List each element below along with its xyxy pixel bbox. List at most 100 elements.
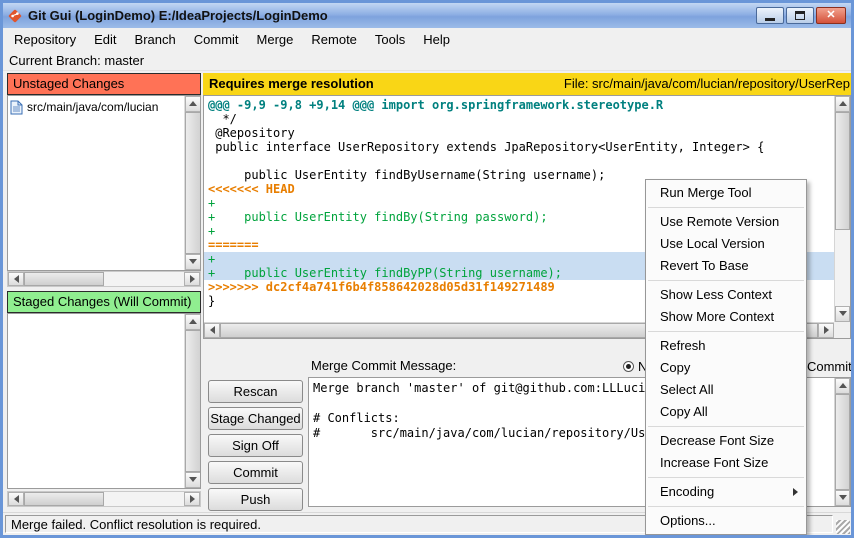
arrow-up-icon xyxy=(189,101,197,106)
scrollbar-thumb[interactable] xyxy=(24,272,104,286)
unstaged-vertical-scrollbar[interactable] xyxy=(184,96,200,270)
file-icon xyxy=(10,100,23,115)
unstaged-changes-header: Unstaged Changes xyxy=(7,73,201,95)
menu-separator xyxy=(648,426,804,427)
menu-tools[interactable]: Tools xyxy=(366,29,414,50)
scroll-right-arrow[interactable] xyxy=(184,492,200,506)
arrow-right-icon xyxy=(190,495,195,503)
staged-horizontal-scrollbar[interactable] xyxy=(7,491,201,507)
scroll-up-arrow[interactable] xyxy=(185,96,201,112)
scroll-down-arrow[interactable] xyxy=(185,254,201,270)
diff-line[interactable]: @Repository xyxy=(208,126,834,140)
rescan-button[interactable]: Rescan xyxy=(208,380,303,403)
context-menu-item-decrease-font-size[interactable]: Decrease Font Size xyxy=(646,430,806,452)
close-button[interactable]: ✕ xyxy=(816,7,846,24)
scroll-up-arrow[interactable] xyxy=(835,96,850,112)
sign-off-button[interactable]: Sign Off xyxy=(208,434,303,457)
diff-vertical-scrollbar[interactable] xyxy=(834,96,850,322)
radio-selected-icon xyxy=(623,361,634,372)
git-gui-window: Git Gui (LoginDemo) E:/IdeaProjects/Logi… xyxy=(0,0,854,538)
scrollbar-thumb[interactable] xyxy=(185,112,201,254)
staged-vertical-scrollbar[interactable] xyxy=(184,314,200,488)
arrow-right-icon xyxy=(824,326,829,334)
window-controls: ✕ xyxy=(756,7,846,24)
context-menu: Run Merge Tool Use Remote Version Use Lo… xyxy=(645,179,807,535)
context-menu-item-use-local-version[interactable]: Use Local Version xyxy=(646,233,806,255)
context-menu-item-show-more-context[interactable]: Show More Context xyxy=(646,306,806,328)
unstaged-file-row[interactable]: src/main/java/com/lucian xyxy=(10,98,182,116)
scrollbar-thumb[interactable] xyxy=(835,112,850,230)
arrow-right-icon xyxy=(190,275,195,283)
window-title: Git Gui (LoginDemo) E:/IdeaProjects/Logi… xyxy=(28,8,328,23)
scroll-right-arrow[interactable] xyxy=(184,272,200,286)
scroll-up-arrow[interactable] xyxy=(835,378,850,394)
merge-status-text: Requires merge resolution xyxy=(209,76,374,91)
scroll-right-arrow[interactable] xyxy=(818,323,834,338)
context-menu-item-options[interactable]: Options... xyxy=(646,510,806,532)
context-menu-item-use-remote-version[interactable]: Use Remote Version xyxy=(646,211,806,233)
scroll-up-arrow[interactable] xyxy=(185,314,201,330)
arrow-left-icon xyxy=(14,275,19,283)
maximize-button[interactable] xyxy=(786,7,814,24)
menu-separator xyxy=(648,280,804,281)
menu-separator xyxy=(648,207,804,208)
context-menu-item-revert-to-base[interactable]: Revert To Base xyxy=(646,255,806,277)
context-menu-item-encoding[interactable]: Encoding xyxy=(646,481,806,503)
minimize-icon xyxy=(765,18,775,21)
menu-edit[interactable]: Edit xyxy=(85,29,125,50)
diff-line[interactable]: */ xyxy=(208,112,834,126)
menu-branch[interactable]: Branch xyxy=(126,29,185,50)
diff-line[interactable]: public interface UserRepository extends … xyxy=(208,140,834,154)
commit-button[interactable]: Commit xyxy=(208,461,303,484)
title-bar[interactable]: Git Gui (LoginDemo) E:/IdeaProjects/Logi… xyxy=(3,3,851,28)
close-icon: ✕ xyxy=(826,10,835,21)
unstaged-file-name: src/main/java/com/lucian xyxy=(27,100,158,114)
menu-remote[interactable]: Remote xyxy=(302,29,366,50)
scroll-down-arrow[interactable] xyxy=(835,306,850,322)
diff-file-path: File: src/main/java/com/lucian/repositor… xyxy=(564,76,850,91)
diff-line[interactable] xyxy=(208,154,834,168)
menu-repository[interactable]: Repository xyxy=(5,29,85,50)
staged-file-list[interactable] xyxy=(7,313,201,489)
arrow-up-icon xyxy=(189,319,197,324)
menu-help[interactable]: Help xyxy=(414,29,459,50)
arrow-up-icon xyxy=(839,383,847,388)
context-menu-item-refresh[interactable]: Refresh xyxy=(646,335,806,357)
arrow-down-icon xyxy=(189,477,197,482)
menu-merge[interactable]: Merge xyxy=(248,29,303,50)
context-menu-item-copy-all[interactable]: Copy All xyxy=(646,401,806,423)
resize-grip[interactable] xyxy=(836,520,850,534)
arrow-left-icon xyxy=(210,326,215,334)
menu-separator xyxy=(648,506,804,507)
stage-changed-button[interactable]: Stage Changed xyxy=(208,407,303,430)
scroll-down-arrow[interactable] xyxy=(835,490,850,506)
submenu-arrow-icon xyxy=(793,488,798,496)
current-branch-label: Current Branch: master xyxy=(3,50,851,71)
arrow-up-icon xyxy=(839,101,847,106)
scrollbar-thumb[interactable] xyxy=(185,330,201,472)
scroll-left-arrow[interactable] xyxy=(8,272,24,286)
encoding-label: Encoding xyxy=(660,484,714,499)
menu-commit[interactable]: Commit xyxy=(185,29,248,50)
minimize-button[interactable] xyxy=(756,7,784,24)
context-menu-item-copy[interactable]: Copy xyxy=(646,357,806,379)
push-button[interactable]: Push xyxy=(208,488,303,511)
merge-banner: Requires merge resolution File: src/main… xyxy=(203,73,851,95)
arrow-down-icon xyxy=(189,259,197,264)
maximize-icon xyxy=(795,11,805,20)
unstaged-file-list[interactable]: src/main/java/com/lucian xyxy=(7,95,201,271)
context-menu-item-select-all[interactable]: Select All xyxy=(646,379,806,401)
scrollbar-thumb[interactable] xyxy=(24,492,104,506)
menu-separator xyxy=(648,477,804,478)
scroll-left-arrow[interactable] xyxy=(204,323,220,338)
unstaged-horizontal-scrollbar[interactable] xyxy=(7,271,201,287)
context-menu-item-show-less-context[interactable]: Show Less Context xyxy=(646,284,806,306)
commit-message-vertical-scrollbar[interactable] xyxy=(834,378,850,506)
context-menu-item-increase-font-size[interactable]: Increase Font Size xyxy=(646,452,806,474)
diff-line-hunk-header[interactable]: @@@ -9,9 -9,8 +9,14 @@@ import org.sprin… xyxy=(208,98,834,112)
scrollbar-thumb[interactable] xyxy=(835,394,850,490)
arrow-down-icon xyxy=(839,311,847,316)
scroll-left-arrow[interactable] xyxy=(8,492,24,506)
context-menu-item-run-merge-tool[interactable]: Run Merge Tool xyxy=(646,182,806,204)
scroll-down-arrow[interactable] xyxy=(185,472,201,488)
